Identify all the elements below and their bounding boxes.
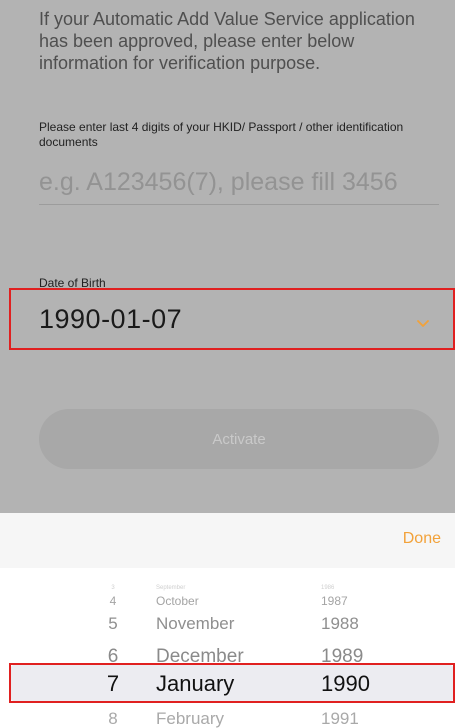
- verification-form: If your Automatic Add Value Service appl…: [0, 0, 455, 513]
- dob-select[interactable]: 1990-01-07: [39, 295, 439, 350]
- picker-year-item[interactable]: 1987: [321, 595, 348, 607]
- picker-day-item[interactable]: 8: [100, 710, 126, 727]
- chevron-down-icon: [417, 315, 429, 333]
- picker-year-item[interactable]: 1986: [321, 585, 334, 591]
- id-digits-input[interactable]: [39, 160, 439, 205]
- picker-day-item[interactable]: 4: [100, 595, 126, 607]
- picker-month-item[interactable]: November: [156, 615, 234, 632]
- picker-year-item[interactable]: 1989: [321, 647, 363, 666]
- picker-month-item[interactable]: September: [156, 585, 185, 591]
- done-button[interactable]: Done: [403, 530, 441, 548]
- picker-year-selected[interactable]: 1990: [321, 673, 370, 695]
- picker-day-item[interactable]: 6: [100, 647, 126, 666]
- picker-day-item[interactable]: 5: [100, 615, 126, 632]
- picker-month-item[interactable]: February: [156, 710, 224, 727]
- picker-year-item[interactable]: 1988: [321, 615, 359, 632]
- id-digits-label: Please enter last 4 digits of your HKID/…: [39, 120, 404, 149]
- activate-button[interactable]: Activate: [39, 409, 439, 469]
- picker-day-item[interactable]: 3: [100, 585, 126, 591]
- intro-text: If your Automatic Add Value Service appl…: [39, 9, 415, 73]
- picker-toolbar: Done: [0, 513, 455, 568]
- picker-month-item[interactable]: December: [156, 647, 244, 666]
- picker-month-item[interactable]: October: [156, 595, 199, 607]
- picker-month-selected[interactable]: January: [156, 673, 234, 695]
- dob-value: 1990-01-07: [39, 304, 183, 334]
- dob-label: Date of Birth: [39, 276, 106, 290]
- date-picker-wheel[interactable]: 3 4 5 6 7 8 September October November D…: [0, 568, 455, 728]
- picker-day-selected[interactable]: 7: [100, 673, 126, 695]
- picker-year-item[interactable]: 1991: [321, 710, 359, 727]
